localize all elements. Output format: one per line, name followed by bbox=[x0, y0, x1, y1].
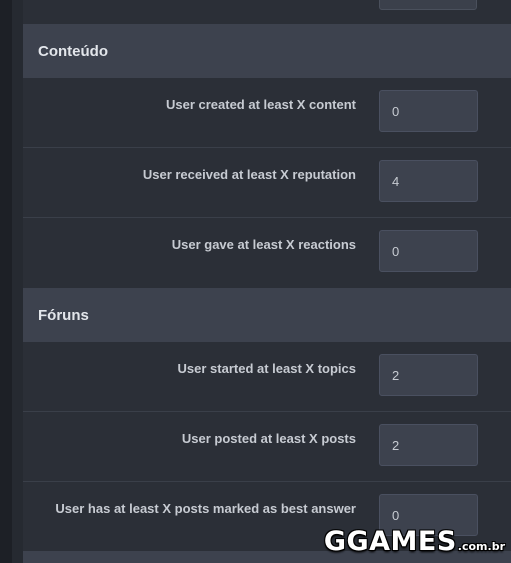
watermark-suffix: .com.br bbox=[457, 540, 505, 553]
row-label: User gave at least X reactions bbox=[171, 237, 356, 252]
previous-field-input[interactable] bbox=[379, 0, 477, 10]
content-created-input[interactable] bbox=[379, 90, 478, 132]
row-reactions-given: User gave at least X reactions bbox=[23, 218, 511, 288]
row-reputation-received: User received at least X reputation bbox=[23, 148, 511, 218]
row-posts-posted: User posted at least X posts bbox=[23, 412, 511, 482]
watermark-logo: GGAMES .com.br bbox=[324, 526, 505, 557]
row-label: User posted at least X posts bbox=[181, 431, 356, 446]
reputation-received-input[interactable] bbox=[379, 160, 478, 202]
topics-started-input[interactable] bbox=[379, 354, 478, 396]
row-label: User started at least X topics bbox=[177, 361, 356, 376]
section-header-foruns: Fóruns bbox=[23, 288, 511, 342]
watermark-main: GGAMES bbox=[323, 526, 457, 557]
row-label: User created at least X content bbox=[165, 97, 356, 112]
reactions-given-input[interactable] bbox=[379, 230, 478, 272]
row-label: User received at least X reputation bbox=[142, 167, 356, 182]
section-header-conteudo: Conteúdo bbox=[23, 24, 511, 78]
row-label: User has at least X posts marked as best… bbox=[55, 501, 356, 516]
left-sidebar-edge bbox=[0, 0, 12, 563]
row-topics-started: User started at least X topics bbox=[23, 342, 511, 412]
row-content-created: User created at least X content bbox=[23, 78, 511, 148]
posts-posted-input[interactable] bbox=[379, 424, 478, 466]
sidebar-gap bbox=[12, 0, 23, 563]
settings-panel: Conteúdo User created at least X content… bbox=[23, 0, 511, 563]
